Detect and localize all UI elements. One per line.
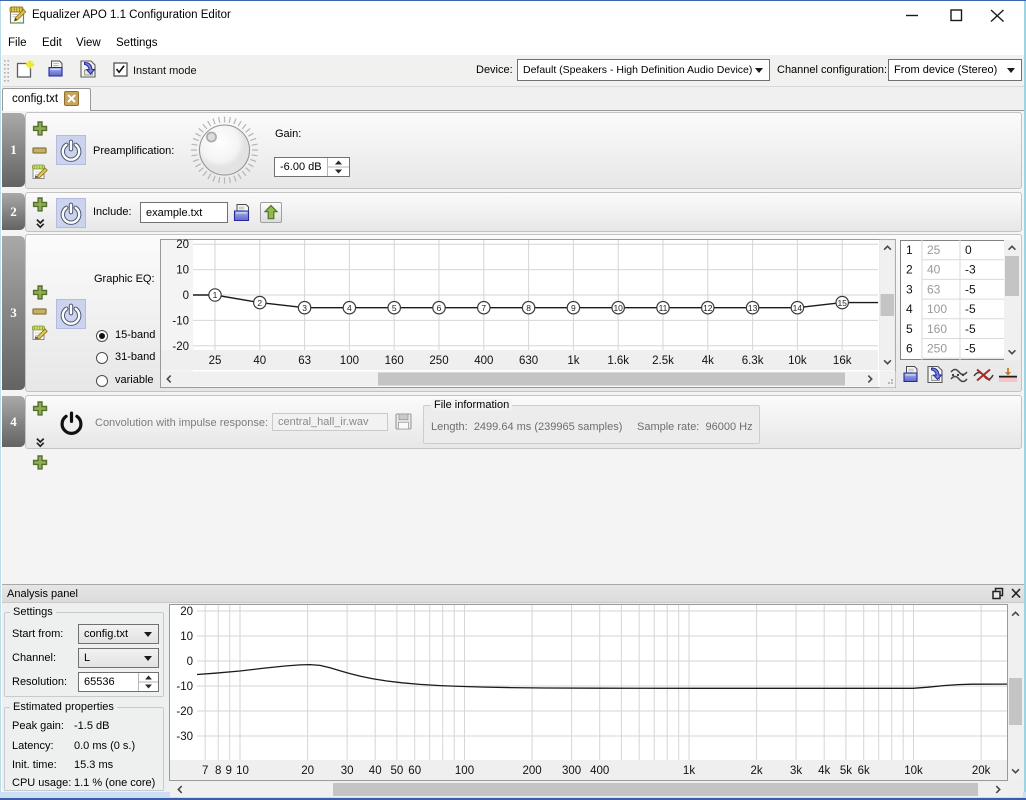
- svg-text:-20: -20: [176, 706, 193, 718]
- svg-text:7: 7: [202, 765, 208, 777]
- svg-text:9: 9: [571, 303, 576, 313]
- svg-text:-10: -10: [172, 315, 189, 327]
- svg-text:60: 60: [408, 765, 421, 777]
- svg-text:10: 10: [176, 265, 189, 277]
- svg-text:5: 5: [906, 322, 913, 336]
- svg-text:Instant mode: Instant mode: [133, 65, 197, 77]
- svg-text:7: 7: [481, 303, 486, 313]
- svg-text:9: 9: [225, 765, 231, 777]
- svg-text:10k: 10k: [788, 355, 807, 367]
- svg-text:50: 50: [391, 765, 404, 777]
- svg-text:12: 12: [703, 303, 713, 313]
- svg-text:3: 3: [302, 303, 307, 313]
- svg-text:-10: -10: [176, 681, 193, 693]
- svg-text:2.5k: 2.5k: [652, 355, 674, 367]
- svg-text:160: 160: [385, 355, 404, 367]
- svg-text:4k: 4k: [702, 355, 714, 367]
- svg-text:1k: 1k: [683, 765, 695, 777]
- svg-text:6k: 6k: [858, 765, 870, 777]
- svg-text:20: 20: [301, 765, 314, 777]
- svg-text:-5: -5: [965, 322, 976, 336]
- svg-text:10: 10: [180, 631, 193, 643]
- svg-text:4: 4: [906, 302, 913, 316]
- svg-text:40: 40: [369, 765, 382, 777]
- svg-text:2: 2: [906, 263, 913, 277]
- svg-text:63: 63: [927, 282, 941, 296]
- svg-text:-5: -5: [965, 302, 976, 316]
- svg-text:1: 1: [906, 243, 913, 257]
- svg-text:3: 3: [906, 282, 913, 296]
- svg-text:400: 400: [590, 765, 609, 777]
- svg-text:0: 0: [187, 656, 193, 668]
- svg-text:300: 300: [562, 765, 581, 777]
- svg-text:20k: 20k: [972, 765, 991, 777]
- svg-text:15: 15: [837, 298, 847, 308]
- svg-text:25: 25: [927, 243, 941, 257]
- svg-text:100: 100: [455, 765, 474, 777]
- svg-text:20: 20: [180, 606, 193, 618]
- svg-text:40: 40: [253, 355, 266, 367]
- svg-text:5k: 5k: [840, 765, 852, 777]
- svg-text:8: 8: [526, 303, 531, 313]
- svg-text:5: 5: [392, 303, 397, 313]
- svg-text:63: 63: [298, 355, 311, 367]
- svg-text:-5: -5: [965, 282, 976, 296]
- svg-text:25: 25: [209, 355, 222, 367]
- svg-text:14: 14: [793, 303, 803, 313]
- svg-text:20: 20: [176, 239, 189, 251]
- svg-text:2k: 2k: [751, 765, 763, 777]
- svg-text:16k: 16k: [833, 355, 852, 367]
- svg-text:160: 160: [927, 322, 947, 336]
- svg-text:10k: 10k: [904, 765, 923, 777]
- svg-text:11: 11: [659, 303, 668, 313]
- svg-text:200: 200: [523, 765, 542, 777]
- svg-text:1: 1: [213, 290, 218, 300]
- svg-text:3k: 3k: [790, 765, 802, 777]
- svg-text:-20: -20: [172, 341, 189, 353]
- svg-text:-30: -30: [176, 731, 193, 743]
- svg-text:8: 8: [215, 765, 221, 777]
- svg-text:400: 400: [474, 355, 493, 367]
- svg-text:630: 630: [519, 355, 538, 367]
- svg-text:6.3k: 6.3k: [742, 355, 764, 367]
- svg-text:1.6k: 1.6k: [607, 355, 629, 367]
- svg-text:6: 6: [437, 303, 442, 313]
- svg-text:2: 2: [257, 298, 262, 308]
- svg-text:10: 10: [613, 303, 623, 313]
- svg-text:100: 100: [340, 355, 359, 367]
- svg-text:10: 10: [236, 765, 249, 777]
- svg-text:0: 0: [965, 243, 972, 257]
- svg-text:-5: -5: [965, 342, 976, 356]
- svg-text:0: 0: [183, 290, 189, 302]
- svg-text:4: 4: [347, 303, 352, 313]
- svg-text:250: 250: [429, 355, 448, 367]
- svg-text:4k: 4k: [818, 765, 830, 777]
- svg-text:1k: 1k: [567, 355, 579, 367]
- svg-text:40: 40: [927, 263, 941, 277]
- svg-text:-3: -3: [965, 263, 976, 277]
- svg-text:100: 100: [927, 302, 947, 316]
- svg-text:6: 6: [906, 342, 913, 356]
- svg-text:250: 250: [927, 342, 947, 356]
- svg-text:30: 30: [341, 765, 354, 777]
- svg-text:13: 13: [748, 303, 758, 313]
